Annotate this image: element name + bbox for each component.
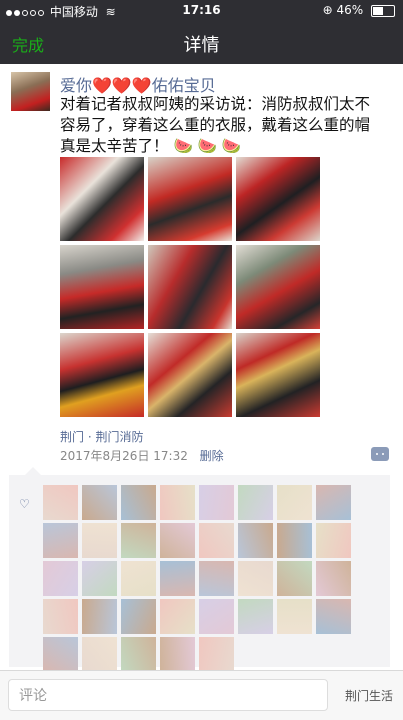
like-avatar[interactable] [43, 561, 78, 596]
like-avatar[interactable] [82, 561, 117, 596]
status-bar: 中国移动 ≋ 17:16 ⊕ 46% [0, 0, 403, 20]
like-avatar[interactable] [160, 561, 195, 596]
like-avatar[interactable] [121, 599, 156, 634]
bottom-bar: 评论 荆门生活 [0, 670, 403, 720]
moment-post: 爱你❤️❤️❤️佑佑宝贝 对着记者叔叔阿姨的采访说：消防叔叔们太不容易了，穿着这… [0, 64, 403, 470]
photo-4[interactable] [60, 245, 144, 329]
orientation-lock-icon: ⊕ [322, 3, 333, 17]
photo-3[interactable] [236, 157, 320, 241]
likes-panel: ♡ [9, 467, 390, 672]
like-avatar[interactable] [277, 599, 312, 634]
like-avatar[interactable] [121, 561, 156, 596]
like-avatar[interactable] [121, 485, 156, 520]
like-avatar[interactable] [82, 599, 117, 634]
like-avatar[interactable] [82, 523, 117, 558]
like-avatar[interactable] [316, 561, 351, 596]
like-avatar[interactable] [121, 637, 156, 672]
like-avatar[interactable] [277, 485, 312, 520]
status-right: ⊕ 46% [323, 3, 395, 17]
like-avatar[interactable] [238, 599, 273, 634]
post-content: 对着记者叔叔阿姨的采访说：消防叔叔们太不容易了，穿着这么重的衣服，戴着这么重的帽… [60, 94, 380, 157]
photo-2[interactable] [148, 157, 232, 241]
likes-pointer [25, 467, 41, 475]
photo-7[interactable] [60, 333, 144, 417]
photo-9[interactable] [236, 333, 320, 417]
battery-icon [371, 4, 395, 17]
post-timestamp: 2017年8月26日 17:32 [60, 449, 188, 463]
like-avatar[interactable] [238, 485, 273, 520]
photo-5[interactable] [148, 245, 232, 329]
like-avatar[interactable] [238, 561, 273, 596]
photo-8[interactable] [148, 333, 232, 417]
delete-button[interactable]: 删除 [200, 449, 224, 463]
author-avatar[interactable] [11, 72, 50, 111]
like-avatar[interactable] [199, 599, 234, 634]
like-avatar[interactable] [43, 637, 78, 672]
like-avatar[interactable] [82, 485, 117, 520]
heart-icon: ♡ [19, 497, 30, 511]
photo-1[interactable] [60, 157, 144, 241]
like-avatar[interactable] [316, 485, 351, 520]
like-avatar[interactable] [160, 485, 195, 520]
watermelon-emoji: 🍉 🍉 🍉 [173, 137, 242, 155]
like-avatar[interactable] [43, 485, 78, 520]
like-avatar[interactable] [160, 637, 195, 672]
post-location[interactable]: 荆门 · 荆门消防 [60, 428, 143, 445]
like-avatar[interactable] [277, 561, 312, 596]
like-avatar[interactable] [43, 599, 78, 634]
like-avatar[interactable] [199, 523, 234, 558]
like-avatar[interactable] [277, 523, 312, 558]
like-avatar[interactable] [160, 523, 195, 558]
like-avatar[interactable] [82, 637, 117, 672]
author-name[interactable]: 爱你❤️❤️❤️佑佑宝贝 [60, 72, 216, 96]
like-avatar[interactable] [199, 561, 234, 596]
like-avatar[interactable] [316, 523, 351, 558]
like-avatar[interactable] [238, 523, 273, 558]
watermark-logo: 荆门生活 [344, 689, 393, 703]
page-title: 详情 [183, 35, 220, 56]
post-meta: 2017年8月26日 17:32 删除 [60, 447, 224, 464]
comment-menu-icon[interactable] [371, 447, 389, 461]
comment-input[interactable]: 评论 [8, 679, 328, 711]
photo-grid [60, 157, 320, 423]
nav-bar: 完成 详情 [0, 20, 403, 64]
like-avatar[interactable] [199, 637, 234, 672]
like-avatar[interactable] [43, 523, 78, 558]
like-avatar[interactable] [160, 599, 195, 634]
like-avatar[interactable] [199, 485, 234, 520]
like-avatar[interactable] [316, 599, 351, 634]
battery-percent: 46% [336, 3, 364, 17]
photo-6[interactable] [236, 245, 320, 329]
like-avatar[interactable] [121, 523, 156, 558]
